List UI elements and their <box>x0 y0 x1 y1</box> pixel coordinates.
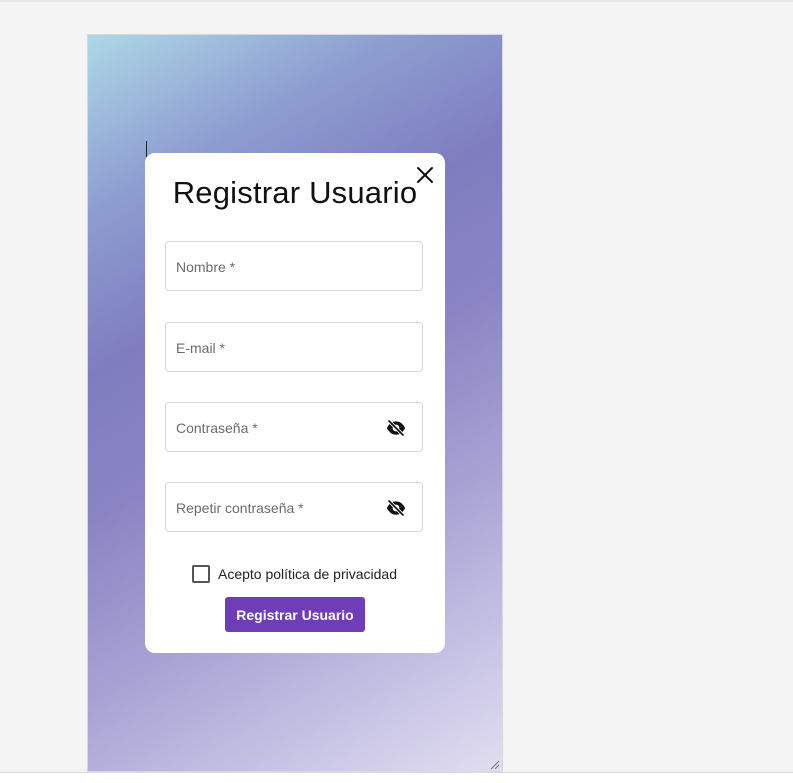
privacy-label: Acepto política de privacidad <box>218 566 397 582</box>
top-border <box>0 0 793 2</box>
privacy-consent: Acepto política de privacidad <box>192 565 397 583</box>
email-placeholder: E-mail * <box>176 340 226 356</box>
repeat-password-placeholder: Repetir contraseña * <box>176 500 304 516</box>
register-modal: Registrar Usuario Nombre * E-mail * Cont… <box>145 153 445 653</box>
eye-off-icon[interactable] <box>386 499 406 517</box>
modal-title: Registrar Usuario <box>172 175 418 210</box>
name-field[interactable]: Nombre * <box>165 241 423 291</box>
text-caret <box>146 141 147 157</box>
bottom-bar <box>0 772 793 783</box>
email-field[interactable]: E-mail * <box>165 322 423 372</box>
repeat-password-field[interactable]: Repetir contraseña * <box>165 482 423 532</box>
password-placeholder: Contraseña * <box>176 420 258 436</box>
password-field[interactable]: Contraseña * <box>165 402 423 452</box>
resize-handle-icon[interactable] <box>488 757 500 770</box>
privacy-checkbox[interactable] <box>192 565 210 583</box>
eye-off-icon[interactable] <box>386 419 406 437</box>
name-placeholder: Nombre * <box>176 259 236 275</box>
register-button[interactable]: Registrar Usuario <box>225 597 365 632</box>
preview-frame: Registrar Usuario Nombre * E-mail * Cont… <box>87 34 503 772</box>
